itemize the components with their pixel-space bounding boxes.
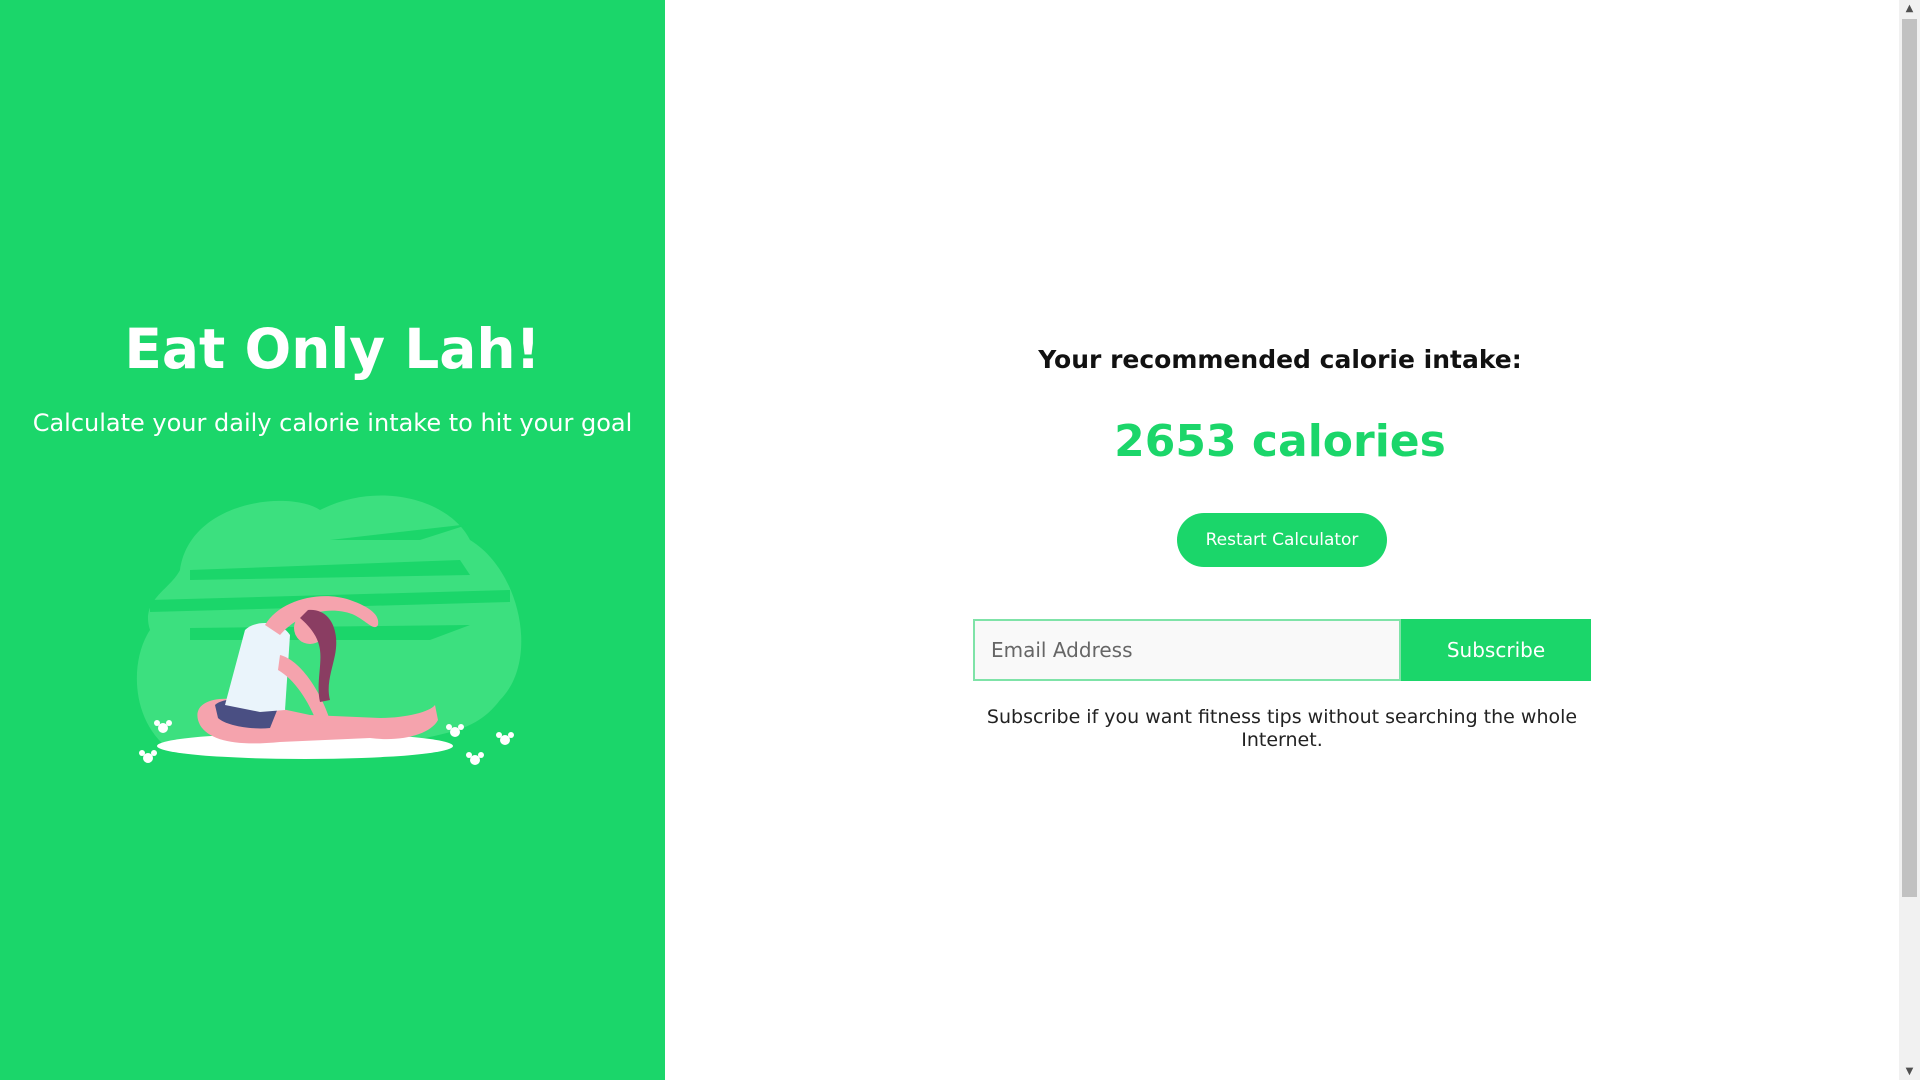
subscribe-button[interactable]: Subscribe	[1401, 619, 1591, 681]
page: Eat Only Lah! Calculate your daily calor…	[0, 0, 1920, 1080]
arrow-down-icon[interactable]: ▼	[1899, 1063, 1920, 1080]
calorie-result: 2653 calories	[1114, 416, 1446, 467]
result-heading: Your recommended calorie intake:	[1038, 345, 1522, 374]
scrollbar-thumb[interactable]	[1902, 19, 1917, 897]
result-panel: Your recommended calorie intake: 2653 ca…	[665, 0, 1900, 1080]
brand-title: Eat Only Lah!	[124, 317, 541, 381]
vertical-scrollbar[interactable]: ▲ ▼	[1899, 0, 1920, 1080]
restart-calculator-button[interactable]: Restart Calculator	[1177, 513, 1387, 567]
yoga-illustration	[136, 495, 522, 765]
arrow-up-icon[interactable]: ▲	[1899, 0, 1920, 17]
subscribe-note: Subscribe if you want fitness tips witho…	[986, 706, 1578, 751]
email-input[interactable]	[973, 619, 1401, 681]
brand-subtitle: Calculate your daily calorie intake to h…	[32, 409, 633, 437]
hero-panel: Eat Only Lah! Calculate your daily calor…	[0, 0, 665, 1080]
subscribe-form: Subscribe	[973, 619, 1591, 681]
